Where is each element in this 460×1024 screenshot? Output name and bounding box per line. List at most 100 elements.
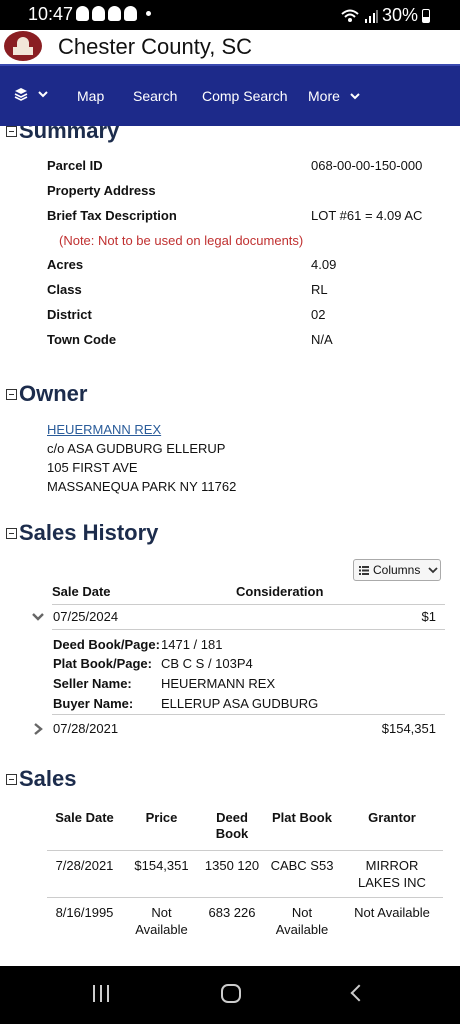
row-label: Class <box>47 282 82 297</box>
snapchat-icon <box>108 6 121 21</box>
table-header-row: Sale Date Price Deed Book Plat Book Gran… <box>47 804 443 851</box>
county-title[interactable]: Chester County, SC <box>58 34 252 60</box>
summary-row: Acres 4.09 <box>47 257 447 275</box>
sales-history-row[interactable]: 07/28/2021 $154,351 <box>32 721 445 741</box>
list-icon <box>359 565 369 575</box>
col-sale-date: Sale Date <box>47 804 122 851</box>
sales-title: Sales <box>19 766 77 791</box>
nav-search[interactable]: Search <box>133 88 177 104</box>
detail-value: CB C S / 103P4 <box>161 656 253 671</box>
row-value: 02 <box>311 307 326 322</box>
chevron-down-icon <box>38 91 48 98</box>
row-value: LOT #61 = 4.09 AC <box>311 208 423 223</box>
sale-date: 07/28/2021 <box>53 721 119 736</box>
col-consideration: Consideration <box>236 584 324 599</box>
summary-row: Brief Tax Description LOT #61 = 4.09 AC <box>47 208 447 226</box>
notification-icons <box>76 6 151 21</box>
summary-row: Parcel ID 068-00-00-150-000 <box>47 158 447 176</box>
cell-date: 7/28/2021 <box>47 850 122 898</box>
table-row: 8/16/1995 Not Available 683 226 Not Avai… <box>47 898 443 945</box>
owner-header[interactable]: Owner <box>6 381 87 407</box>
row-value: RL <box>311 282 328 297</box>
row-label: Acres <box>47 257 84 272</box>
collapse-icon[interactable] <box>6 527 17 539</box>
cell-grantor: Not Available <box>354 905 430 920</box>
collapse-icon[interactable] <box>6 773 17 785</box>
sales-history-columns: Sale Date Consideration <box>52 584 445 604</box>
columns-dropdown[interactable]: Columns <box>353 559 441 581</box>
summary-row: Town Code N/A <box>47 332 447 350</box>
row-value: 068-00-00-150-000 <box>311 158 423 173</box>
row-label: Parcel ID <box>47 158 103 173</box>
sales-table: Sale Date Price Deed Book Plat Book Gran… <box>47 804 443 944</box>
cell-plat: Not Available <box>275 905 329 937</box>
cell-plat: CABC S53 <box>263 850 341 898</box>
battery-percent: 30% <box>381 5 418 25</box>
owner-name-link[interactable]: HEUERMANN REX <box>47 422 161 437</box>
chevron-down-icon <box>428 567 438 574</box>
summary-title: Summary <box>19 126 120 143</box>
county-seal-logo[interactable] <box>4 31 42 61</box>
sale-date: 07/25/2024 <box>53 609 119 624</box>
cell-deed: 683 226 <box>208 905 256 920</box>
owner-care-of: c/o ASA GUDBURG ELLERUP <box>47 441 226 456</box>
table-row: 7/28/2021 $154,351 1350 120 CABC S53 MIR… <box>47 850 443 898</box>
col-price: Price <box>122 804 201 851</box>
layers-icon <box>14 88 28 101</box>
detail-value: 1471 / 181 <box>161 637 223 652</box>
sale-amount: $1 <box>421 609 436 624</box>
divider <box>52 629 445 630</box>
snapchat-icon <box>76 6 89 21</box>
collapse-icon[interactable] <box>6 126 17 137</box>
status-bar: 10:47 30% <box>0 0 460 30</box>
app-header: Chester County, SC <box>0 30 460 64</box>
summary-header[interactable]: Summary <box>6 126 119 144</box>
cell-price: Not Available <box>135 905 188 937</box>
cell-price: $154,351 <box>122 850 201 898</box>
sales-history-title: Sales History <box>19 520 159 545</box>
status-indicators: 30% <box>340 5 430 26</box>
cell-deed: 1350 120 <box>201 850 263 898</box>
signal-icon <box>364 9 378 23</box>
recent-apps-icon[interactable] <box>93 985 109 1002</box>
chevron-right-icon[interactable] <box>32 722 44 736</box>
detail-label: Buyer Name: <box>53 696 134 711</box>
summary-row: Property Address <box>47 183 447 201</box>
nav-comp-search[interactable]: Comp Search <box>202 88 288 104</box>
chevron-down-icon <box>350 93 360 100</box>
owner-block: HEUERMANN REX c/o ASA GUDBURG ELLERUP 10… <box>47 420 236 496</box>
sales-header[interactable]: Sales <box>6 766 77 792</box>
main-content: Summary Parcel ID 068-00-00-150-000 Prop… <box>0 126 460 966</box>
status-time: 10:47 <box>28 4 74 24</box>
home-icon[interactable] <box>221 984 241 1003</box>
nav-map[interactable]: Map <box>77 88 104 104</box>
sale-amount: $154,351 <box>381 721 436 736</box>
legal-note: (Note: Not to be used on legal documents… <box>59 233 304 248</box>
col-deed-book: Deed Book <box>201 804 263 851</box>
detail-label: Seller Name: <box>53 676 132 691</box>
divider <box>52 714 445 715</box>
row-label: Brief Tax Description <box>47 208 177 223</box>
nav-more-label: More <box>308 88 340 104</box>
layers-menu-button[interactable] <box>14 87 48 101</box>
chevron-down-icon[interactable] <box>32 610 44 624</box>
col-plat-book: Plat Book <box>263 804 341 851</box>
row-value: 4.09 <box>311 257 337 272</box>
row-label: District <box>47 307 92 322</box>
cell-date: 8/16/1995 <box>55 905 114 920</box>
cell-grantor: MIRROR LAKES INC <box>341 850 443 898</box>
detail-label: Plat Book/Page: <box>53 656 152 671</box>
battery-icon <box>422 8 430 23</box>
sales-history-header[interactable]: Sales History <box>6 520 158 546</box>
col-grantor: Grantor <box>341 804 443 851</box>
system-nav-bar <box>0 966 460 1024</box>
collapse-icon[interactable] <box>6 388 17 400</box>
row-value: N/A <box>311 332 333 347</box>
col-sale-date: Sale Date <box>52 584 111 599</box>
wifi-icon <box>341 9 359 22</box>
back-icon[interactable] <box>350 984 368 1002</box>
nav-more[interactable]: More <box>308 88 360 104</box>
sales-history-row[interactable]: 07/25/2024 $1 <box>32 609 445 629</box>
summary-row: District 02 <box>47 307 447 325</box>
row-label: Property Address <box>47 183 156 198</box>
